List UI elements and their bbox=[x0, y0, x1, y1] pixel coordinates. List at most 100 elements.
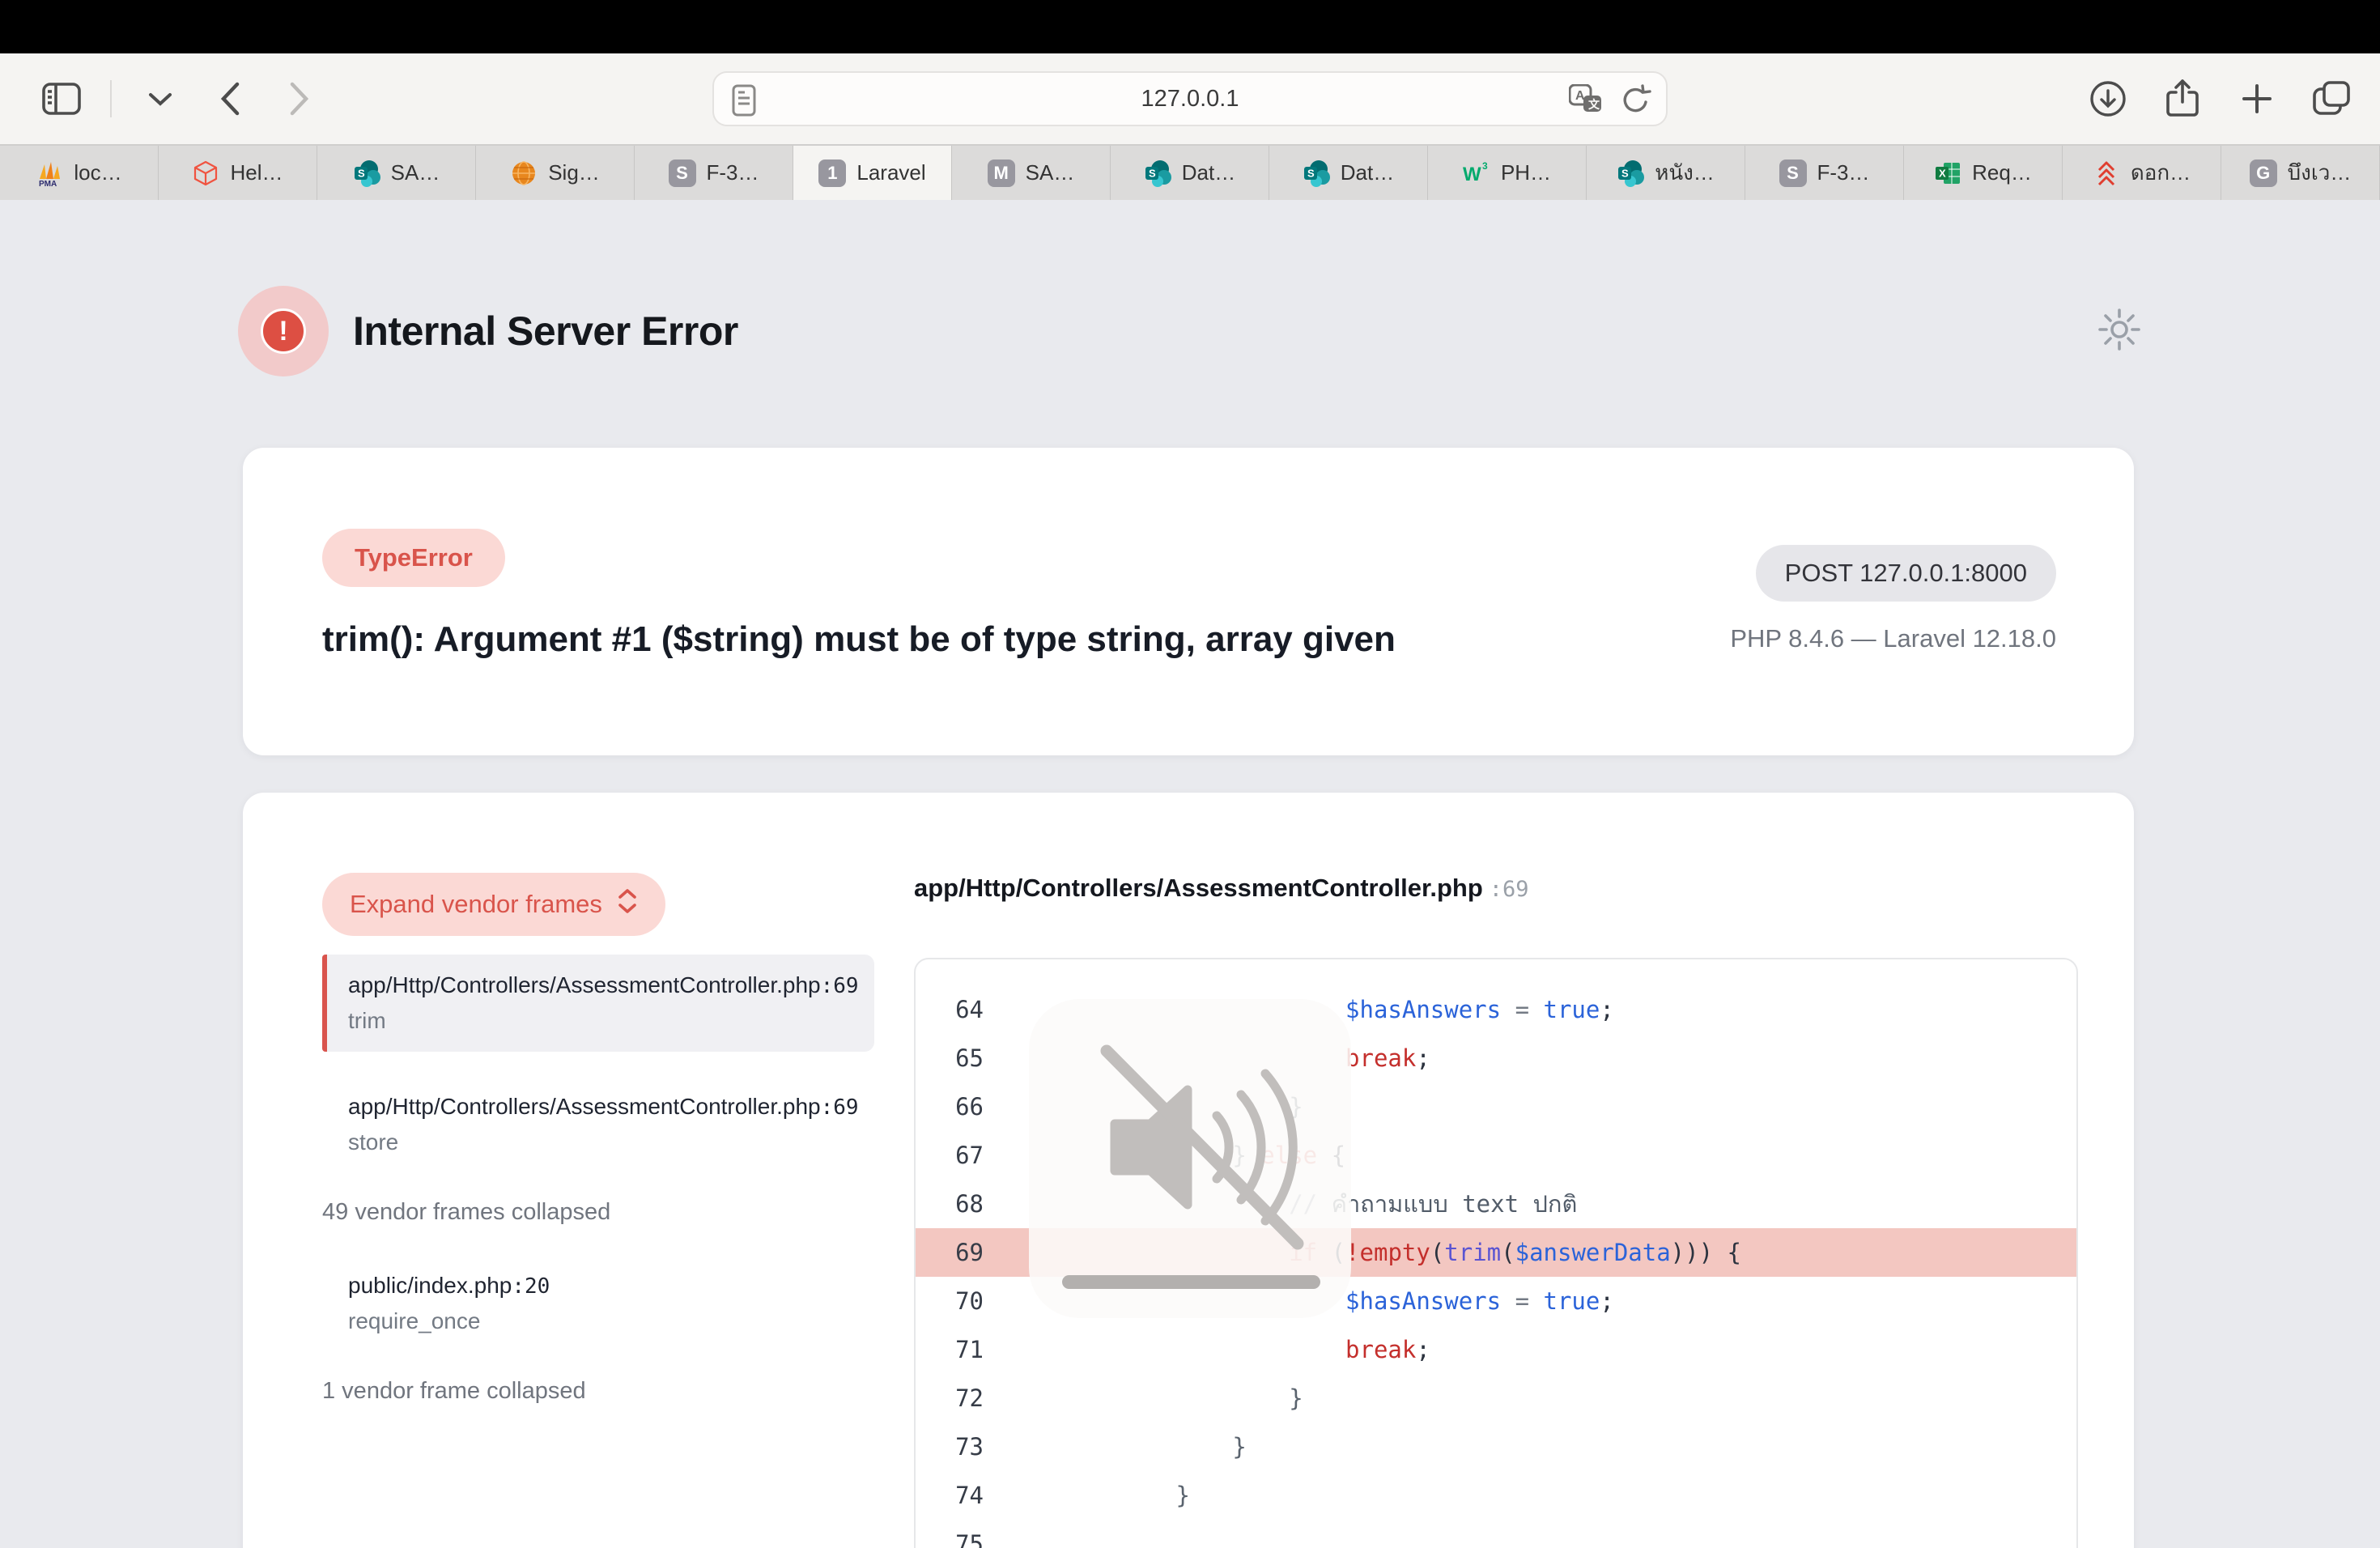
code-line-text: } bbox=[1006, 1384, 1303, 1412]
code-line-text: } bbox=[1006, 1433, 1247, 1461]
stack-frame-file: app/Http/Controllers/AssessmentControlle… bbox=[348, 972, 853, 998]
download-icon[interactable] bbox=[2087, 78, 2129, 120]
sidebar-icon[interactable] bbox=[40, 78, 83, 120]
expand-vendor-frames-button[interactable]: Expand vendor frames bbox=[322, 873, 665, 936]
code-line-number: 64 bbox=[916, 996, 1006, 1023]
letter-tile-favicon-icon: 1 bbox=[818, 159, 846, 187]
code-line-number: 71 bbox=[916, 1336, 1006, 1363]
volume-level-bar bbox=[1062, 1275, 1320, 1289]
chevron-down-icon[interactable] bbox=[139, 78, 181, 120]
snippet-file-header: app/Http/Controllers/AssessmentControlle… bbox=[914, 874, 1529, 903]
browser-tab[interactable]: Hel… bbox=[159, 146, 317, 200]
snippet-line-number: :69 bbox=[1490, 877, 1529, 902]
stack-frame-method: trim bbox=[348, 1008, 853, 1034]
svg-text:X: X bbox=[1939, 167, 1946, 179]
svg-text:S: S bbox=[1621, 167, 1629, 179]
browser-tab[interactable]: S F-3… bbox=[1745, 146, 1904, 200]
browser-tab[interactable]: S หนัง… bbox=[1587, 146, 1745, 200]
browser-tab[interactable]: M SA… bbox=[952, 146, 1111, 200]
tab-label: F-3… bbox=[707, 160, 759, 185]
svg-text:S: S bbox=[1307, 167, 1315, 179]
stack-frame[interactable]: app/Http/Controllers/AssessmentControlle… bbox=[322, 955, 874, 1052]
collapsed-frames-label: 1 vendor frame collapsed bbox=[322, 1378, 874, 1405]
code-line: 74 } bbox=[916, 1471, 2076, 1520]
snippet-file-path: app/Http/Controllers/AssessmentControlle… bbox=[914, 874, 1483, 902]
svg-text:3: 3 bbox=[1482, 160, 1488, 172]
browser-tab[interactable]: S Dat… bbox=[1269, 146, 1428, 200]
back-icon[interactable] bbox=[209, 78, 251, 120]
laravel-favicon-icon bbox=[192, 159, 219, 187]
browser-tab[interactable]: PMA loc… bbox=[0, 146, 159, 200]
sharepoint-favicon-icon: S bbox=[1303, 159, 1330, 187]
code-line-number: 72 bbox=[916, 1384, 1006, 1412]
tab-label: Sig… bbox=[548, 160, 600, 185]
theme-toggle-sun-icon[interactable] bbox=[2097, 307, 2142, 352]
letter-tile-favicon-icon: G bbox=[2250, 159, 2277, 187]
url-text: 127.0.0.1 bbox=[1141, 86, 1239, 113]
new-tab-icon[interactable] bbox=[2236, 78, 2278, 120]
tab-label: PH… bbox=[1501, 160, 1551, 185]
forward-icon[interactable] bbox=[278, 78, 321, 120]
tab-label: Laravel bbox=[856, 160, 925, 185]
svg-text:文: 文 bbox=[1588, 98, 1600, 111]
browser-tab[interactable]: Sig… bbox=[476, 146, 635, 200]
svg-text:S: S bbox=[358, 167, 365, 179]
letter-tile-favicon-icon: M bbox=[988, 159, 1015, 187]
code-line: 72 } bbox=[916, 1374, 2076, 1423]
request-method-badge: POST 127.0.0.1:8000 bbox=[1756, 545, 2056, 602]
tab-label: SA… bbox=[391, 160, 440, 185]
excel-favicon-icon: X bbox=[1934, 159, 1961, 187]
code-line-number: 68 bbox=[916, 1190, 1006, 1218]
tab-label: F-3… bbox=[1817, 160, 1870, 185]
code-line-text: break; bbox=[1006, 1336, 1430, 1363]
reader-icon[interactable] bbox=[732, 84, 756, 121]
tab-label: ดอก… bbox=[2131, 156, 2191, 189]
exception-type-badge: TypeError bbox=[322, 529, 505, 587]
error-page: ! Internal Server Error TypeError trim()… bbox=[0, 200, 2380, 1548]
error-summary-card: TypeError trim(): Argument #1 ($string) … bbox=[243, 448, 2134, 755]
tab-label: Dat… bbox=[1182, 160, 1235, 185]
reload-icon[interactable] bbox=[1621, 84, 1651, 121]
pma-favicon-icon: PMA bbox=[36, 159, 63, 187]
stack-frame-method: require_once bbox=[348, 1308, 853, 1334]
toolbar-divider bbox=[110, 80, 112, 117]
tab-overview-icon[interactable] bbox=[2310, 78, 2352, 120]
address-bar[interactable]: 127.0.0.1 A 文 bbox=[712, 71, 1668, 126]
unfold-chevrons-icon bbox=[617, 887, 638, 921]
collapsed-frames-label: 49 vendor frames collapsed bbox=[322, 1199, 874, 1226]
muted-speaker-icon bbox=[1065, 1020, 1315, 1271]
browser-tab[interactable]: W3 PH… bbox=[1428, 146, 1587, 200]
code-line-number: 74 bbox=[916, 1482, 1006, 1509]
sharepoint-favicon-icon: S bbox=[1144, 159, 1171, 187]
menu-bar-space bbox=[0, 0, 2380, 53]
code-line-number: 66 bbox=[916, 1093, 1006, 1121]
browser-tab[interactable]: S Dat… bbox=[1111, 146, 1269, 200]
page-header: ! Internal Server Error bbox=[238, 286, 738, 376]
browser-toolbar: 127.0.0.1 A 文 bbox=[0, 53, 2380, 144]
error-icon: ! bbox=[238, 286, 329, 376]
stack-frame-file: public/index.php:20 bbox=[348, 1273, 853, 1299]
browser-tab[interactable]: S F-3… bbox=[635, 146, 793, 200]
translate-icon[interactable]: A 文 bbox=[1569, 84, 1603, 121]
exclamation-icon: ! bbox=[261, 308, 306, 354]
stack-frame[interactable]: public/index.php:20 require_once bbox=[322, 1255, 874, 1352]
stack-frame-method: store bbox=[348, 1129, 853, 1155]
tab-label: หนัง… bbox=[1655, 156, 1715, 189]
code-line-text: } bbox=[1006, 1482, 1190, 1509]
tab-label: SA… bbox=[1026, 160, 1075, 185]
code-line-number: 65 bbox=[916, 1044, 1006, 1072]
svg-text:PMA: PMA bbox=[39, 180, 57, 187]
browser-tab[interactable]: G บึงเว… bbox=[2221, 146, 2380, 200]
code-line-number: 67 bbox=[916, 1142, 1006, 1169]
browser-tab[interactable]: X Req… bbox=[1904, 146, 2063, 200]
stack-frame[interactable]: app/Http/Controllers/AssessmentControlle… bbox=[322, 1076, 874, 1173]
code-line: 73 } bbox=[916, 1423, 2076, 1471]
browser-tab[interactable]: ดอก… bbox=[2063, 146, 2221, 200]
share-icon[interactable] bbox=[2161, 78, 2204, 120]
tab-label: loc… bbox=[74, 160, 121, 185]
svg-text:S: S bbox=[1149, 167, 1156, 179]
stack-frames-list: app/Http/Controllers/AssessmentControlle… bbox=[322, 955, 874, 1434]
stack-frame-file: app/Http/Controllers/AssessmentControlle… bbox=[348, 1094, 853, 1120]
browser-tab[interactable]: S SA… bbox=[317, 146, 476, 200]
browser-tab[interactable]: 1 Laravel bbox=[793, 146, 952, 200]
